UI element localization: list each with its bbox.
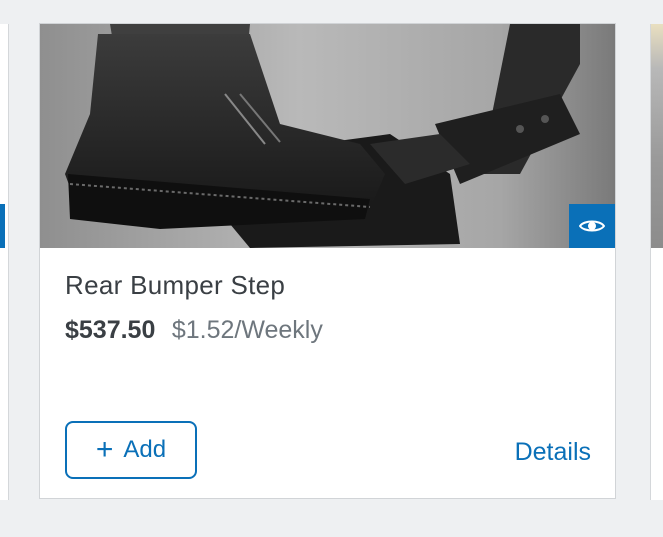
product-image[interactable] [40, 24, 615, 248]
quick-view-button[interactable] [569, 204, 615, 248]
previous-product-card[interactable] [0, 24, 9, 500]
next-product-image[interactable] [651, 24, 663, 248]
boot-on-step-illustration [40, 24, 615, 248]
eye-icon [579, 220, 605, 232]
price-row: $537.50 $1.52/Weekly [65, 316, 323, 345]
product-price: $537.50 [65, 316, 156, 344]
details-link[interactable]: Details [515, 438, 591, 467]
weekly-price: $1.52/Weekly [171, 316, 323, 344]
add-button[interactable]: + Add [65, 421, 197, 479]
product-carousel: Rear Bumper Step $537.50 $1.52/Weekly + … [0, 0, 663, 537]
plus-icon: + [95, 433, 114, 466]
next-product-card[interactable] [650, 24, 663, 500]
product-title: Rear Bumper Step [65, 270, 286, 300]
previous-card-quick-view-button[interactable] [0, 204, 5, 248]
add-button-label: Add [123, 436, 167, 463]
product-card: Rear Bumper Step $537.50 $1.52/Weekly + … [39, 23, 616, 499]
